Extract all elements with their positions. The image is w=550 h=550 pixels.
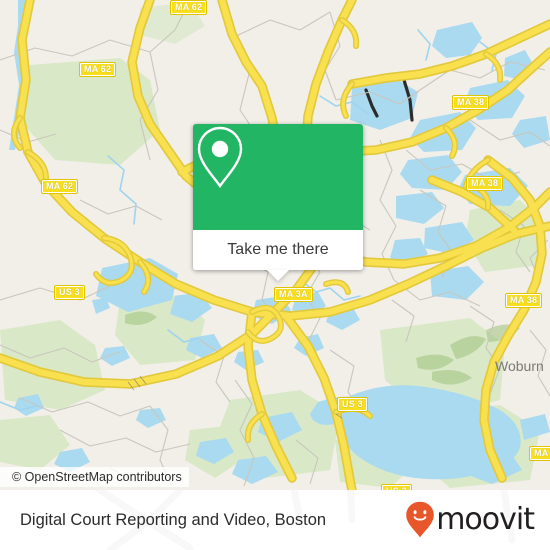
- card-action-area[interactable]: Take me there: [193, 230, 363, 270]
- take-me-there-label: Take me there: [227, 241, 329, 258]
- card-pointer: [267, 270, 289, 281]
- highway-shield: MA 3A: [274, 287, 313, 302]
- highway-shield: MA 62: [79, 62, 117, 77]
- highway-shield: MA 38: [466, 176, 504, 191]
- osm-attribution[interactable]: © OpenStreetMap contributors: [0, 467, 189, 487]
- map-screenshot: MA 62 MA 62 MA 38 MA 62 MA 38 US 3 MA 3A…: [0, 0, 550, 550]
- highway-shield: MA 38: [452, 95, 490, 110]
- location-pin-icon: [197, 126, 243, 189]
- highway-shield: MA 62: [41, 179, 79, 194]
- moovit-logo[interactable]: moovit: [405, 501, 535, 539]
- place-label-woburn: Woburn: [495, 358, 544, 374]
- highway-shield: MA 62: [170, 0, 208, 15]
- map-canvas[interactable]: MA 62 MA 62 MA 38 MA 62 MA 38 US 3 MA 3A…: [0, 0, 550, 490]
- location-title: Digital Court Reporting and Video, Bosto…: [20, 510, 327, 529]
- highway-shield: MA 38: [505, 293, 543, 308]
- highway-shield: US 3: [337, 397, 368, 412]
- footer-bar: Digital Court Reporting and Video, Bosto…: [0, 490, 550, 550]
- moovit-wordmark: moovit: [436, 502, 535, 537]
- footer-content: Digital Court Reporting and Video, Bosto…: [0, 490, 550, 550]
- highway-shield: US 3: [54, 285, 85, 300]
- highway-shield: MA: [529, 446, 550, 461]
- take-me-there-card[interactable]: Take me there: [193, 124, 363, 281]
- moovit-pin-smiley-icon: [406, 501, 435, 538]
- card-image-area: [193, 124, 363, 230]
